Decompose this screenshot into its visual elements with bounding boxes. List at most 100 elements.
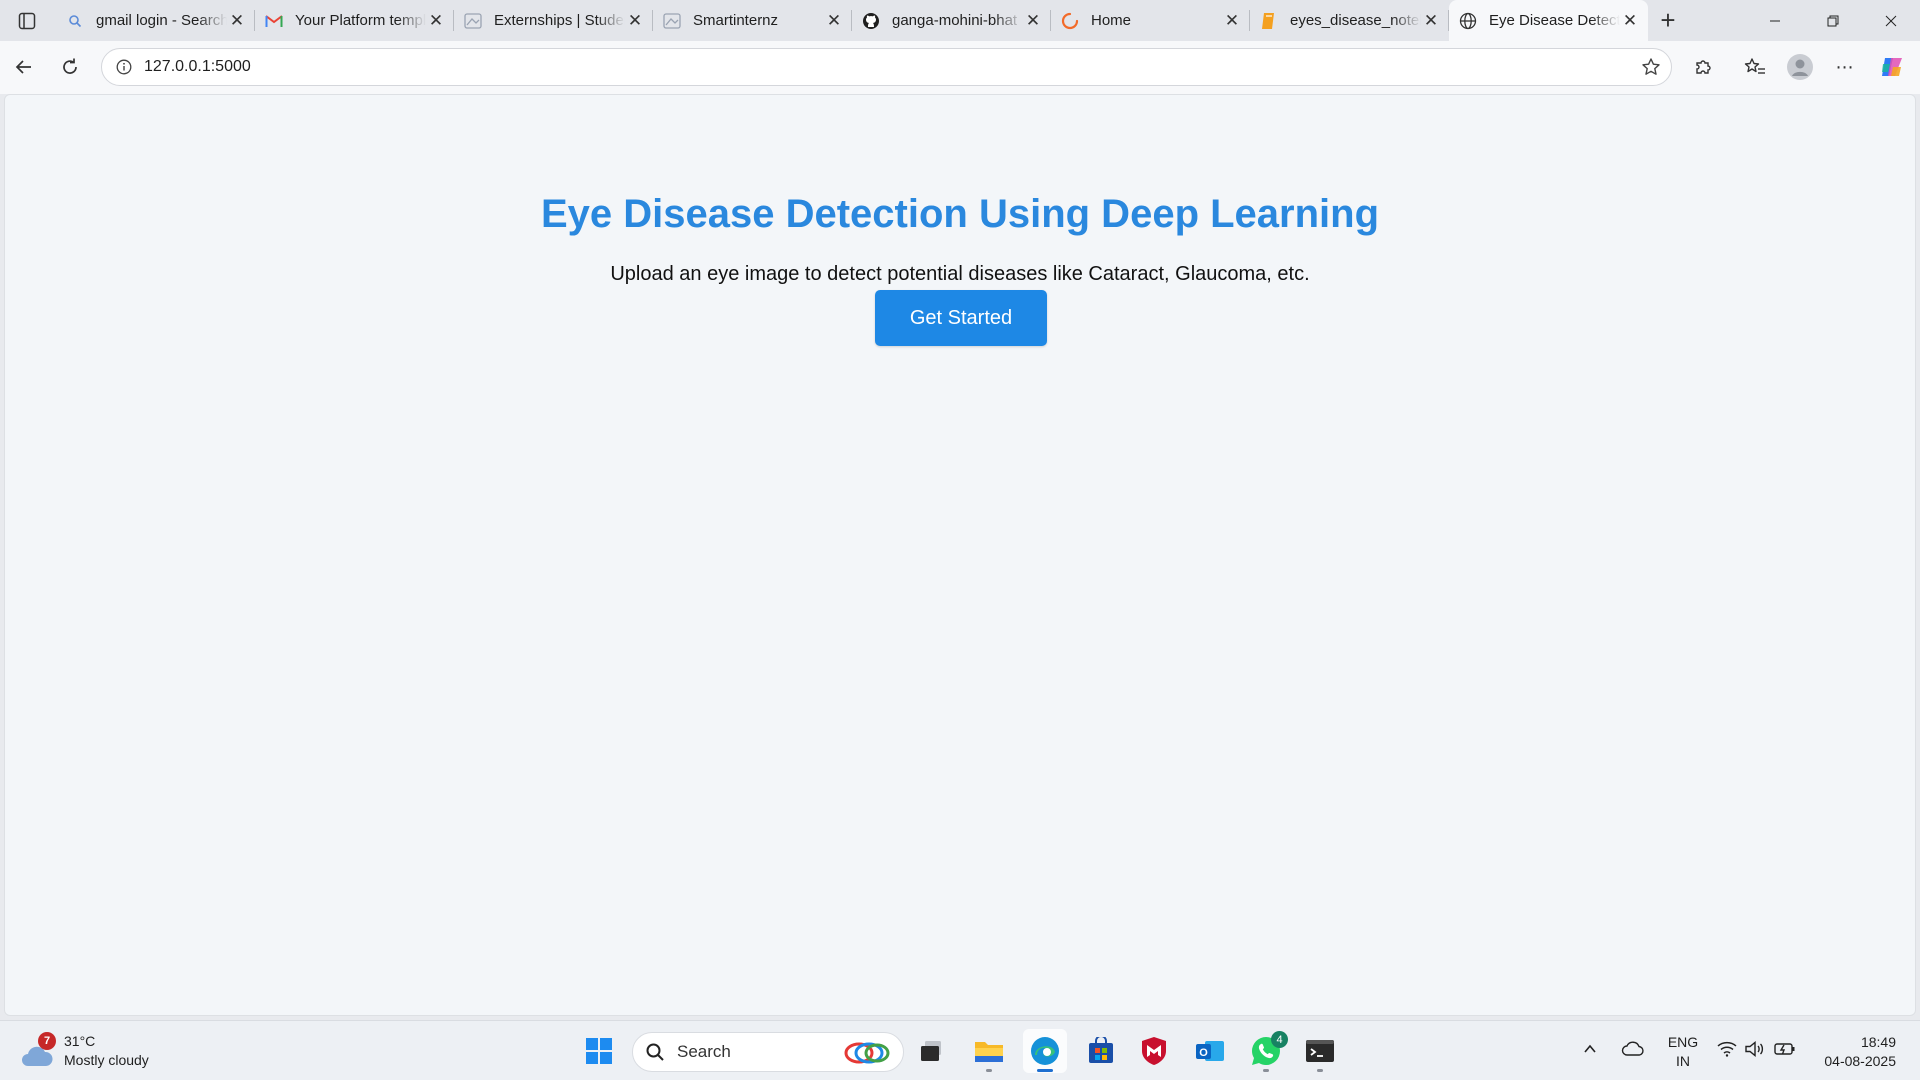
close-icon bbox=[1885, 15, 1897, 26]
task-view-button[interactable] bbox=[910, 1029, 954, 1073]
onedrive-button[interactable] bbox=[1621, 1041, 1645, 1062]
get-started-button[interactable]: Get Started bbox=[875, 290, 1047, 346]
search-label: Search bbox=[677, 1042, 731, 1061]
window-controls bbox=[1746, 0, 1920, 41]
tab-title: Externships | Student bbox=[494, 12, 625, 29]
store-button[interactable] bbox=[1079, 1029, 1123, 1073]
back-button[interactable] bbox=[6, 49, 42, 85]
puzzle-icon bbox=[1696, 60, 1711, 74]
page-title: Eye Disease Detection Using Deep Learnin… bbox=[540, 192, 1380, 236]
restore-button[interactable] bbox=[1804, 0, 1862, 41]
battery-button[interactable] bbox=[1774, 1041, 1796, 1062]
refresh-icon bbox=[63, 58, 77, 74]
taskbar-search[interactable]: Search bbox=[632, 1032, 904, 1072]
language-code: ENG bbox=[1667, 1034, 1699, 1050]
search-highlight-icon bbox=[844, 1042, 890, 1064]
tab-eye-disease-detection[interactable]: Eye Disease Detection ✕ bbox=[1449, 0, 1648, 41]
page-icon bbox=[663, 12, 681, 30]
close-icon[interactable]: ✕ bbox=[426, 11, 446, 31]
close-icon[interactable]: ✕ bbox=[1222, 11, 1242, 31]
tab-title: eyes_disease_notebook bbox=[1290, 12, 1421, 29]
svg-text:O: O bbox=[1199, 1047, 1208, 1059]
tab-github[interactable]: ganga-mohini-bhat ✕ bbox=[852, 0, 1051, 41]
tab-smartinternz[interactable]: Smartinternz ✕ bbox=[653, 0, 852, 41]
start-button[interactable] bbox=[577, 1029, 621, 1073]
weather-widget[interactable]: 7 31°C Mostly cloudy bbox=[20, 1029, 149, 1073]
search-icon bbox=[646, 1043, 664, 1061]
tab-list: gmail login - Search ✕ Your Platform tem… bbox=[56, 0, 1688, 41]
running-indicator bbox=[1317, 1069, 1323, 1072]
favorites-list-icon bbox=[1744, 58, 1765, 74]
weather-condition: Mostly cloudy bbox=[64, 1052, 149, 1068]
clock-time: 18:49 bbox=[1860, 1034, 1896, 1050]
close-icon[interactable]: ✕ bbox=[1421, 11, 1441, 31]
plus-icon: + bbox=[1660, 5, 1676, 35]
tab-title: gmail login - Search bbox=[96, 12, 227, 29]
wifi-icon bbox=[1717, 1041, 1737, 1057]
close-window-button[interactable] bbox=[1862, 0, 1920, 41]
tab-title: ganga-mohini-bhat bbox=[892, 12, 1018, 29]
new-tab-button[interactable]: + bbox=[1648, 0, 1688, 41]
edge-icon bbox=[1031, 1037, 1059, 1065]
address-bar[interactable]: 127.0.0.1:5000 bbox=[101, 48, 1672, 86]
running-indicator bbox=[1037, 1069, 1053, 1072]
copilot-button[interactable] bbox=[1874, 49, 1910, 85]
close-icon[interactable]: ✕ bbox=[227, 11, 247, 31]
wifi-button[interactable] bbox=[1717, 1041, 1737, 1062]
weather-alert-badge: 7 bbox=[38, 1032, 56, 1050]
more-options-button[interactable]: ⋯ bbox=[1827, 49, 1863, 85]
close-icon[interactable]: ✕ bbox=[824, 11, 844, 31]
folder-icon bbox=[975, 1042, 1003, 1062]
clock-date: 04-08-2025 bbox=[1824, 1053, 1896, 1069]
tab-platform-templates[interactable]: Your Platform templates ✕ bbox=[255, 0, 454, 41]
volume-button[interactable] bbox=[1745, 1041, 1765, 1062]
ellipsis-icon: ⋯ bbox=[1835, 56, 1855, 77]
tab-title: Smartinternz bbox=[693, 12, 779, 29]
github-icon bbox=[862, 12, 880, 30]
copilot-icon bbox=[1882, 58, 1902, 76]
file-explorer-button[interactable] bbox=[967, 1029, 1011, 1073]
mcafee-button[interactable] bbox=[1132, 1029, 1176, 1073]
tab-gmail-search[interactable]: gmail login - Search ✕ bbox=[56, 0, 255, 41]
whatsapp-button[interactable]: 4 bbox=[1244, 1029, 1288, 1073]
system-clock[interactable]: 18:49 04-08-2025 bbox=[1810, 1033, 1896, 1071]
terminal-button[interactable] bbox=[1298, 1029, 1342, 1073]
tab-home[interactable]: Home ✕ bbox=[1051, 0, 1250, 41]
close-icon[interactable]: ✕ bbox=[1620, 11, 1640, 31]
tab-strip: gmail login - Search ✕ Your Platform tem… bbox=[0, 0, 1920, 41]
sidebar-panel-icon bbox=[18, 12, 36, 29]
loading-icon bbox=[1061, 12, 1079, 30]
favorites-button[interactable] bbox=[1737, 49, 1773, 85]
outlook-button[interactable]: O bbox=[1188, 1029, 1232, 1073]
running-indicator bbox=[1263, 1069, 1269, 1072]
battery-charging-icon bbox=[1774, 1043, 1795, 1055]
close-icon[interactable]: ✕ bbox=[1023, 11, 1043, 31]
close-icon[interactable]: ✕ bbox=[625, 11, 645, 31]
favorite-star-icon[interactable] bbox=[1641, 57, 1661, 82]
region-code: IN bbox=[1676, 1053, 1690, 1069]
tab-actions-button[interactable] bbox=[0, 0, 54, 41]
volume-icon bbox=[1745, 1041, 1764, 1057]
tab-externships[interactable]: Externships | Student ✕ bbox=[454, 0, 653, 41]
refresh-button[interactable] bbox=[52, 49, 88, 85]
page-viewport: Eye Disease Detection Using Deep Learnin… bbox=[4, 94, 1916, 1016]
minimize-button[interactable] bbox=[1746, 0, 1804, 41]
tab-notebook[interactable]: eyes_disease_notebook ✕ bbox=[1250, 0, 1449, 41]
site-info-icon[interactable] bbox=[106, 59, 142, 75]
whatsapp-badge: 4 bbox=[1271, 1031, 1288, 1048]
language-indicator[interactable]: ENG IN bbox=[1663, 1033, 1703, 1071]
store-icon bbox=[1089, 1037, 1113, 1063]
extensions-button[interactable] bbox=[1685, 49, 1721, 85]
cloud-icon: 7 bbox=[20, 1032, 56, 1066]
edge-button[interactable] bbox=[1023, 1029, 1067, 1073]
profile-button[interactable] bbox=[1782, 49, 1818, 85]
notebook-icon bbox=[1260, 12, 1278, 30]
tab-title: Eye Disease Detection bbox=[1489, 12, 1620, 29]
chevron-up-icon bbox=[1584, 1044, 1596, 1053]
running-indicator bbox=[986, 1069, 992, 1072]
mcafee-shield-icon bbox=[1142, 1037, 1166, 1065]
url-text[interactable]: 127.0.0.1:5000 bbox=[144, 58, 251, 76]
show-hidden-icons-button[interactable] bbox=[1582, 1041, 1598, 1062]
cloud-icon bbox=[1621, 1041, 1644, 1056]
terminal-icon bbox=[1306, 1040, 1334, 1062]
